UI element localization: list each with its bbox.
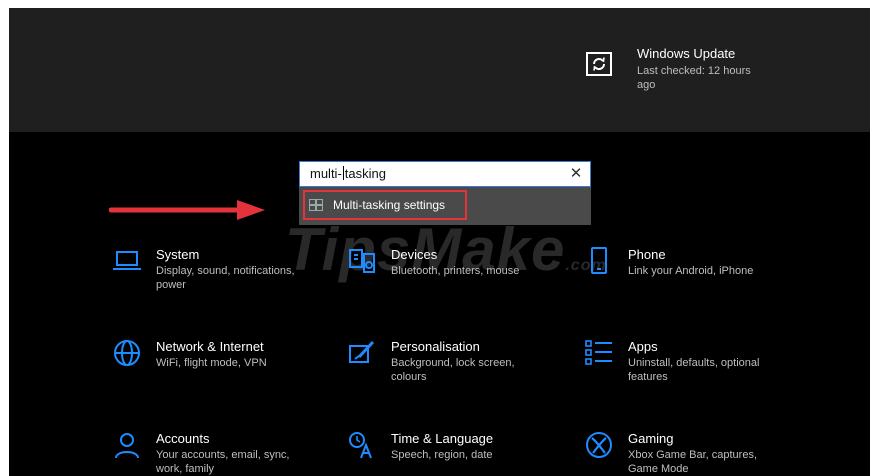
multitasking-icon — [309, 199, 323, 211]
refresh-icon — [586, 52, 612, 76]
tile-title: System — [156, 247, 200, 262]
settings-tile-accounts[interactable]: Accounts Your accounts, email, sync, wor… — [112, 430, 352, 476]
time-language-icon — [349, 432, 372, 459]
tile-description: Bluetooth, printers, mouse — [391, 265, 520, 277]
settings-tile-personalisation[interactable]: Personalisation Background, lock screen,… — [347, 338, 587, 384]
settings-tile-system[interactable]: System Display, sound, notifications, po… — [112, 246, 352, 292]
settings-tile-network[interactable]: Network & Internet WiFi, flight mode, VP… — [112, 338, 352, 370]
tile-description: Background, lock screen, colours — [391, 357, 515, 383]
person-icon — [115, 433, 139, 459]
tile-title: Network & Internet — [156, 339, 264, 354]
apps-list-icon — [585, 340, 612, 365]
phone-icon — [591, 247, 607, 274]
search-input[interactable]: multi-tasking ✕ — [299, 161, 591, 187]
tile-description: Display, sound, notifications, power — [156, 265, 295, 291]
tile-title: Personalisation — [391, 339, 480, 354]
windows-update-tile[interactable]: Windows Update Last checked: 12 hours ag… — [585, 45, 752, 92]
settings-window: Windows Update Last checked: 12 hours ag… — [9, 8, 870, 476]
tile-description: Speech, region, date — [391, 449, 493, 461]
search-text-before-caret: multi- — [310, 166, 342, 181]
settings-tile-apps[interactable]: Apps Uninstall, defaults, optional featu… — [584, 338, 824, 384]
search-input-value: multi-tasking — [310, 166, 386, 181]
tile-description: Xbox Game Bar, captures, Game Mode — [628, 449, 758, 475]
xbox-icon — [586, 432, 612, 458]
search-text-after-caret: tasking — [344, 166, 386, 181]
settings-header: Windows Update Last checked: 12 hours ag… — [9, 8, 870, 132]
tile-description: Uninstall, defaults, optional features — [628, 357, 760, 383]
suggestion-multitasking-settings[interactable]: Multi-tasking settings — [333, 198, 445, 212]
tile-description: WiFi, flight mode, VPN — [156, 357, 267, 369]
settings-tile-gaming[interactable]: Gaming Xbox Game Bar, captures, Game Mod… — [584, 430, 824, 476]
clear-search-button[interactable]: ✕ — [568, 165, 584, 183]
tile-title: Devices — [391, 247, 438, 262]
settings-tile-devices[interactable]: Devices Bluetooth, printers, mouse — [347, 246, 587, 278]
tile-description: Link your Android, iPhone — [628, 265, 754, 277]
search-suggestion-list: Multi-tasking settings — [299, 187, 591, 225]
red-arrow-annotation — [109, 200, 265, 220]
tile-title: Gaming — [628, 431, 674, 446]
tile-description: Your accounts, email, sync, work, family — [156, 449, 290, 475]
settings-tile-phone[interactable]: Phone Link your Android, iPhone — [584, 246, 824, 278]
devices-icon — [349, 249, 375, 273]
windows-update-title: Windows Update — [637, 46, 736, 61]
tile-title: Apps — [628, 339, 658, 354]
laptop-icon — [113, 251, 141, 270]
windows-update-status: Last checked: 12 hours ago — [637, 65, 751, 91]
paint-icon — [349, 340, 375, 363]
settings-tile-time-language[interactable]: Time & Language Speech, region, date — [347, 430, 587, 462]
tile-title: Accounts — [156, 431, 210, 446]
text-caret — [342, 166, 344, 180]
tile-title: Phone — [628, 247, 666, 262]
tile-title: Time & Language — [391, 431, 494, 446]
globe-icon — [114, 340, 140, 366]
